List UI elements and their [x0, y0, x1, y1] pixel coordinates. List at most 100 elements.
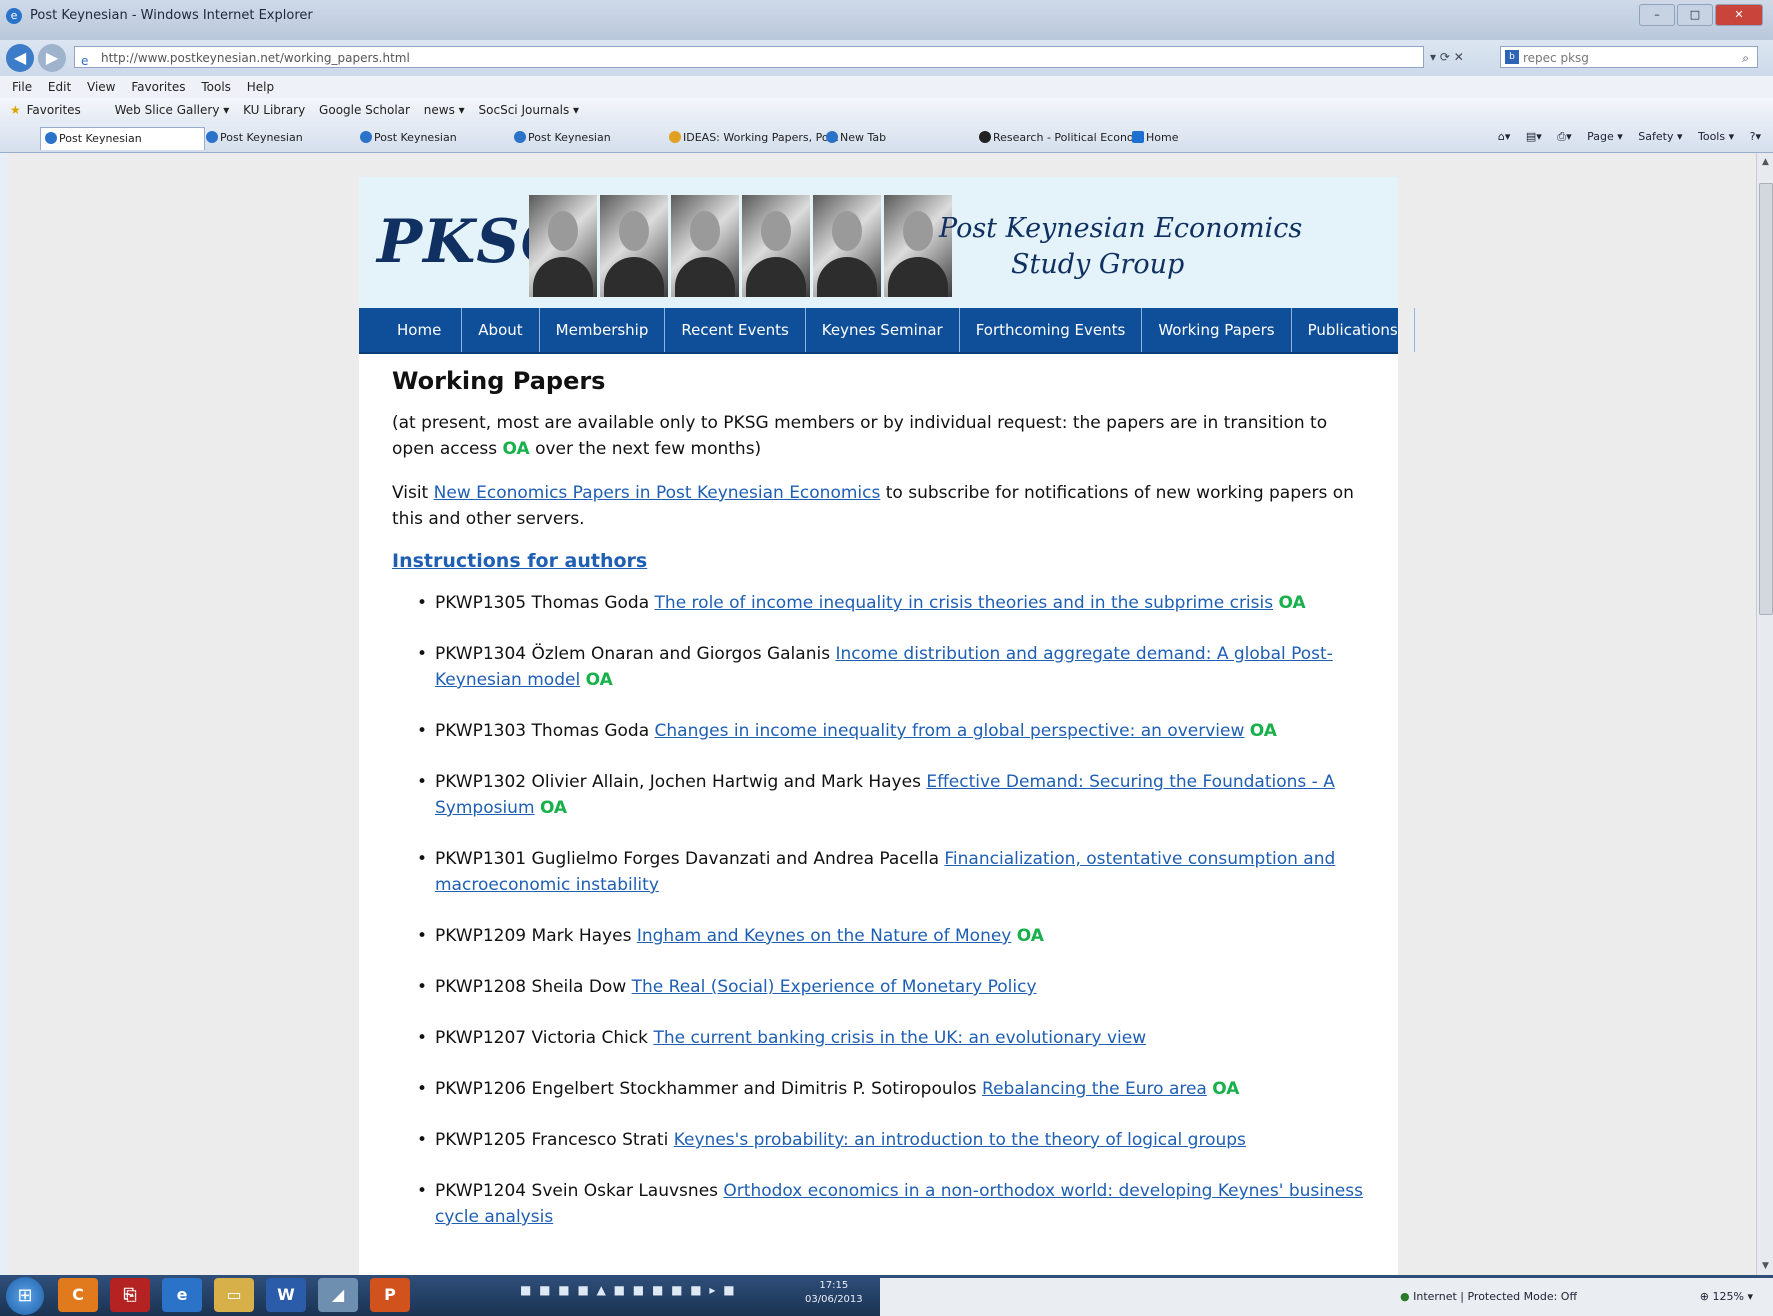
favorites-star-icon: ★ [10, 103, 21, 117]
paper-authors: Mark Hayes [531, 926, 632, 946]
tab-1[interactable]: Post Keynesian [40, 127, 205, 150]
paper-title-link[interactable]: The role of income inequality in crisis … [655, 593, 1274, 613]
nav-forthcoming-events[interactable]: Forthcoming Events [960, 308, 1143, 352]
oa-badge: OA [1016, 926, 1044, 946]
word-icon[interactable]: W [266, 1278, 306, 1312]
search-input[interactable]: b repec pksg ⌕ [1500, 46, 1758, 68]
tab-label: Post Keynesian [59, 132, 142, 145]
paper-id: PKWP1302 [435, 772, 527, 792]
favorites-button[interactable]: Favorites [27, 103, 81, 117]
paper-title-link[interactable]: Keynes's probability: an introduction to… [674, 1130, 1246, 1150]
scroll-down-icon[interactable]: ▼ [1762, 1261, 1769, 1271]
oa-badge: OA [585, 670, 613, 690]
zoom-level[interactable]: ⊕ 125% ▾ [1700, 1290, 1753, 1303]
print-icon[interactable]: ⎙▾ [1557, 130, 1571, 143]
nav-about[interactable]: About [462, 308, 540, 352]
tab-2[interactable]: Post Keynesian [202, 127, 360, 149]
menu-favorites[interactable]: Favorites [131, 80, 185, 94]
nav-publications[interactable]: Publications [1292, 308, 1415, 352]
pdf-reader-icon[interactable]: ⎘ [110, 1278, 150, 1312]
paper-id: PKWP1303 [435, 721, 527, 741]
taskbar-app-icon[interactable]: ◢ [318, 1278, 358, 1312]
tab-label: New Tab [840, 131, 887, 144]
menu-edit[interactable]: Edit [48, 80, 71, 94]
page-menu[interactable]: Page ▾ [1587, 130, 1623, 143]
system-tray[interactable]: ■ ■ ■ ■ ▲ ■ ■ ■ ■ ■ ▸ ■ [520, 1283, 737, 1297]
tab-8[interactable]: Home [1128, 127, 1296, 149]
command-bar: ⌂▾ ▤▾ ⎙▾ Page ▾ Safety ▾ Tools ▾ ?▾ [1486, 130, 1761, 144]
nav-working-papers[interactable]: Working Papers [1142, 308, 1292, 352]
nav-membership[interactable]: Membership [540, 308, 666, 352]
system-clock[interactable]: 17:15 03/06/2013 [805, 1279, 863, 1307]
paper-title-link[interactable]: The Real (Social) Experience of Monetary… [632, 977, 1037, 997]
nep-link[interactable]: New Economics Papers in Post Keynesian E… [434, 483, 881, 503]
internet-explorer-icon[interactable]: e [162, 1278, 202, 1312]
browser-status-bar: ● Internet | Protected Mode: Off ⊕ 125% … [880, 1278, 1773, 1316]
address-bar[interactable]: e http://www.postkeynesian.net/working_p… [74, 46, 1424, 68]
security-zone-text: Internet | Protected Mode: Off [1413, 1290, 1578, 1303]
oa-badge: OA [1249, 721, 1277, 741]
tab-5[interactable]: IDEAS: Working Papers, Po... [665, 127, 838, 149]
menu-tools[interactable]: Tools [201, 80, 231, 94]
start-button[interactable]: ⊞ [6, 1277, 44, 1315]
paper-authors: Guglielmo Forges Davanzati and Andrea Pa… [531, 849, 939, 869]
tab-favicon [669, 131, 681, 143]
security-zone[interactable]: ● Internet | Protected Mode: Off [1400, 1290, 1577, 1303]
back-button[interactable]: ◀ [6, 44, 34, 72]
safety-menu[interactable]: Safety ▾ [1638, 130, 1682, 143]
paper-authors: Francesco Strati [531, 1130, 669, 1150]
menu-help[interactable]: Help [247, 80, 274, 94]
tab-favicon [514, 131, 526, 143]
tab-3[interactable]: Post Keynesian [356, 127, 514, 149]
tab-4[interactable]: Post Keynesian [510, 127, 668, 149]
close-button[interactable]: ✕ [1715, 4, 1763, 26]
paper-title-link[interactable]: The current banking crisis in the UK: an… [653, 1028, 1146, 1048]
main-nav: Home About Membership Recent Events Keyn… [359, 308, 1415, 354]
vertical-scrollbar[interactable]: ▲ ▼ [1756, 153, 1773, 1275]
taskbar-app-icon[interactable]: C [58, 1278, 98, 1312]
nav-keynes-seminar[interactable]: Keynes Seminar [806, 308, 960, 352]
tab-label: Post Keynesian [374, 131, 457, 144]
address-tools[interactable]: ▾ ⟳ ✕ [1430, 50, 1464, 64]
address-toolbar: ◀ ▶ e http://www.postkeynesian.net/worki… [0, 40, 1773, 76]
forward-button[interactable]: ▶ [38, 44, 66, 72]
paper-title-link[interactable]: Changes in income inequality from a glob… [655, 721, 1245, 741]
tab-label: Research - Political Econo... [993, 131, 1143, 144]
nav-home[interactable]: Home [359, 308, 463, 352]
help-icon[interactable]: ?▾ [1750, 130, 1761, 143]
main-content: Working Papers (at present, most are ava… [392, 367, 1372, 1255]
paper-item: • PKWP1209 Mark Hayes Ingham and Keynes o… [417, 926, 1044, 946]
scroll-up-icon[interactable]: ▲ [1762, 157, 1769, 167]
tools-menu[interactable]: Tools ▾ [1698, 130, 1734, 143]
paper-title-link[interactable]: Ingham and Keynes on the Nature of Money [637, 926, 1012, 946]
oa-badge: OA [502, 439, 530, 459]
fav-socsci-journals[interactable]: SocSci Journals ▾ [479, 103, 580, 117]
paper-item: • PKWP1305 Thomas Goda The role of income… [417, 593, 1306, 613]
paper-title-link[interactable]: Rebalancing the Euro area [982, 1079, 1207, 1099]
instructions-link[interactable]: Instructions for authors [392, 550, 1372, 572]
fav-google-scholar[interactable]: Google Scholar [319, 103, 410, 117]
papers-list: • PKWP1305 Thomas Goda The role of income… [392, 590, 1372, 1230]
fav-web-slice-gallery[interactable]: Web Slice Gallery ▾ [115, 103, 230, 117]
portrait-image [884, 195, 952, 297]
tab-label: Post Keynesian [220, 131, 303, 144]
paper-item: • PKWP1303 Thomas Goda Changes in income … [417, 721, 1277, 741]
file-explorer-icon[interactable]: ▭ [214, 1278, 254, 1312]
fav-news[interactable]: news ▾ [424, 103, 465, 117]
feeds-icon[interactable]: ▤▾ [1526, 130, 1542, 143]
scrollbar-thumb[interactable] [1759, 183, 1773, 615]
search-icon[interactable]: ⌕ [1742, 47, 1749, 69]
maximize-button[interactable]: □ [1677, 4, 1713, 26]
tab-6[interactable]: New Tab [822, 127, 990, 149]
powerpoint-icon[interactable]: P [370, 1278, 410, 1312]
nav-recent-events[interactable]: Recent Events [665, 308, 806, 352]
minimize-button[interactable]: – [1639, 4, 1675, 26]
fav-ku-library[interactable]: KU Library [243, 103, 305, 117]
page-container: PKSG Post Keynesian Economics Study Grou… [359, 177, 1415, 1275]
home-icon[interactable]: ⌂▾ [1498, 130, 1511, 143]
paper-authors: Thomas Goda [531, 593, 650, 613]
menu-file[interactable]: File [12, 80, 32, 94]
paper-id: PKWP1304 [435, 644, 527, 664]
tab-7[interactable]: Research - Political Econo... [975, 127, 1143, 149]
menu-view[interactable]: View [87, 80, 115, 94]
